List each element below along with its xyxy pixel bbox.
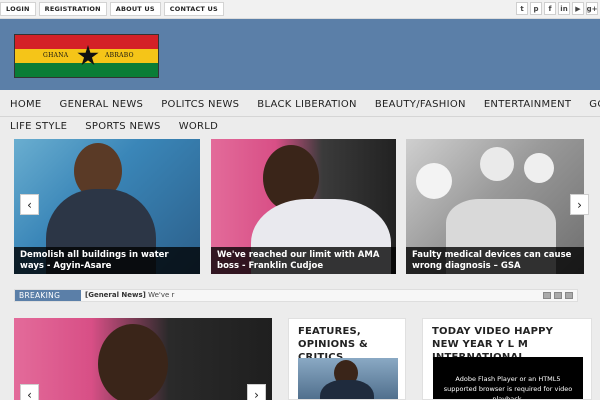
login-link[interactable]: LOGIN [0, 2, 36, 16]
nav-general-news[interactable]: GENERAL NEWS [60, 99, 144, 110]
breaking-ticker[interactable]: [General News] We've r [85, 290, 174, 301]
flag-red-stripe [15, 35, 158, 50]
slider-next-button[interactable]: › [570, 194, 589, 215]
logo-word-ghana: GHANA [43, 52, 69, 59]
featured-article-image[interactable]: ‹ › [14, 318, 272, 400]
slide-3-photo-b [480, 147, 514, 181]
slide-1[interactable]: Demolish all buildings in water ways - A… [14, 139, 200, 274]
nav-life-style[interactable]: LIFE STYLE [10, 121, 67, 132]
video-widget: TODAY VIDEO HAPPY NEW YEAR Y L M INTERNA… [422, 318, 592, 400]
nav-sports-news[interactable]: SPORTS NEWS [85, 121, 160, 132]
logo-word-abrabo: ABRABO [105, 52, 134, 59]
nav-home[interactable]: HOME [10, 99, 42, 110]
slide-3-photo-a [416, 163, 452, 199]
linkedin-icon[interactable]: in [558, 2, 570, 15]
ticker-next-icon[interactable] [565, 292, 573, 299]
facebook-icon[interactable]: f [544, 2, 556, 15]
google-plus-icon[interactable]: g+ [586, 2, 598, 15]
nav-politics-news[interactable]: POLITCS NEWS [161, 99, 239, 110]
featured-slider: Demolish all buildings in water ways - A… [14, 139, 592, 274]
features-photo-body [320, 380, 374, 399]
feature-prev-button[interactable]: ‹ [20, 384, 39, 400]
registration-link[interactable]: REGISTRATION [38, 2, 107, 16]
feature-next-button[interactable]: › [247, 384, 266, 400]
video-player[interactable]: Adobe Flash Player or an HTML5 supported… [433, 357, 583, 399]
slide-3-photo-c [524, 153, 554, 183]
social-links: t p f in ▶ g+ [516, 2, 598, 15]
breaking-label: BREAKING [15, 290, 81, 301]
slide-caption[interactable]: Demolish all buildings in water ways - A… [14, 247, 200, 274]
nav-black-liberation[interactable]: BLACK LIBERATION [257, 99, 357, 110]
twitter-icon[interactable]: t [516, 2, 528, 15]
nav-gossip[interactable]: GOSSIP [589, 99, 600, 110]
nav-world[interactable]: WORLD [179, 121, 218, 132]
slide-caption[interactable]: We've reached our limit with AMA boss - … [211, 247, 396, 274]
breaking-headline: We've r [148, 291, 175, 299]
contact-us-link[interactable]: CONTACT US [163, 2, 224, 16]
features-widget: FEATURES, OPINIONS & CRITICS [288, 318, 406, 400]
top-links: LOGIN REGISTRATION ABOUT US CONTACT US [0, 2, 224, 16]
main-nav: HOME GENERAL NEWS POLITCS NEWS BLACK LIB… [0, 94, 600, 138]
featured-photo [98, 324, 168, 400]
pinterest-icon[interactable]: p [530, 2, 542, 15]
nav-beauty-fashion[interactable]: BEAUTY/FASHION [375, 99, 466, 110]
flag-green-stripe [15, 62, 158, 77]
youtube-icon[interactable]: ▶ [572, 2, 584, 15]
ticker-prev-icon[interactable] [543, 292, 551, 299]
breaking-news-bar: BREAKING [General News] We've r [14, 289, 578, 302]
nav-entertainment[interactable]: ENTERTAINMENT [484, 99, 571, 110]
slider-prev-button[interactable]: ‹ [20, 194, 39, 215]
breaking-category: [General News] [85, 291, 146, 299]
nav-row-1: HOME GENERAL NEWS POLITCS NEWS BLACK LIB… [10, 99, 600, 110]
features-thumbnail[interactable] [298, 358, 398, 399]
site-header: GHANA ABRABO [0, 19, 600, 90]
about-us-link[interactable]: ABOUT US [109, 2, 161, 16]
slide-2[interactable]: We've reached our limit with AMA boss - … [211, 139, 396, 274]
site-logo[interactable]: GHANA ABRABO [14, 34, 159, 78]
slide-3[interactable]: Faulty medical devices can cause wrong d… [406, 139, 584, 274]
nav-divider [0, 116, 600, 117]
top-bar: LOGIN REGISTRATION ABOUT US CONTACT US t… [0, 0, 600, 19]
nav-row-2: LIFE STYLE SPORTS NEWS WORLD [10, 121, 218, 132]
ticker-pause-icon[interactable] [554, 292, 562, 299]
slide-caption[interactable]: Faulty medical devices can cause wrong d… [406, 247, 584, 274]
